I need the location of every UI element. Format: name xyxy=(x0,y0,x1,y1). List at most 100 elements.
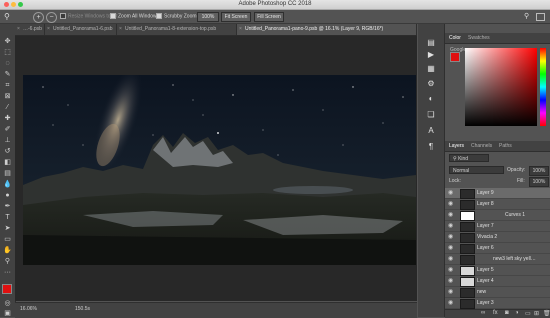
trash-icon[interactable]: 🗑 xyxy=(543,310,550,317)
libraries-panel-icon[interactable]: ❏ xyxy=(426,110,436,119)
resize-windows-checkbox[interactable]: Resize Windows to Fit xyxy=(60,13,117,19)
swatch-grid-icon[interactable]: ▦ xyxy=(426,64,436,73)
tools-panel: ✥ ⬚ ◌ ✎ ⌗ ⊠ ⁄ ✚ ✐ ⊥ ↺ ◧ ▤ 💧 ● ✒ T ➤ ▭ ✋ … xyxy=(0,24,16,317)
layer-row[interactable]: ◉ Curves 1 xyxy=(445,210,550,221)
layer-row[interactable]: ◉ Layer 6 xyxy=(445,243,550,254)
lasso-tool-icon[interactable]: ◌ xyxy=(3,60,12,68)
eye-icon[interactable]: ◉ xyxy=(448,277,453,284)
tab-channels[interactable]: Channels xyxy=(471,141,492,151)
eye-icon[interactable]: ◉ xyxy=(448,222,453,229)
layer-row[interactable]: ◉ Layer 5 xyxy=(445,265,550,276)
zoom-level-button[interactable]: 100% xyxy=(197,12,219,22)
layer-row[interactable]: ◉ Layer 3 xyxy=(445,298,550,309)
zoom-readout[interactable]: 16.06% xyxy=(20,306,37,312)
zoom-out-icon[interactable]: − xyxy=(46,12,57,23)
fill-screen-button[interactable]: Fill Screen xyxy=(254,12,284,22)
zoom-in-icon[interactable]: + xyxy=(33,12,44,23)
layer-thumbnail xyxy=(460,211,475,221)
new-layer-icon[interactable]: ⊞ xyxy=(534,310,539,317)
path-select-tool-icon[interactable]: ➤ xyxy=(3,225,12,233)
properties-panel-icon[interactable]: ⚙ xyxy=(426,79,436,88)
close-tab-icon[interactable]: × xyxy=(239,24,242,35)
shape-tool-icon[interactable]: ▭ xyxy=(3,236,12,244)
hand-tool-icon[interactable]: ✋ xyxy=(3,247,12,255)
paragraph-panel-icon[interactable]: ¶ xyxy=(426,142,436,151)
tab-doc-2[interactable]: × Untitled_Panorama1-6.psb xyxy=(45,24,117,35)
filter-kind-select[interactable]: ⚲ Kind xyxy=(449,154,489,162)
layer-row[interactable]: ◉ Layer 9 xyxy=(445,188,550,199)
pen-tool-icon[interactable]: ✒ xyxy=(3,203,12,211)
opacity-input[interactable]: 100% xyxy=(529,166,549,176)
foreground-color-swatch[interactable] xyxy=(2,284,12,294)
move-tool-icon[interactable]: ✥ xyxy=(3,38,12,46)
close-tab-icon[interactable]: × xyxy=(47,24,50,35)
tab-paths[interactable]: Paths xyxy=(499,141,512,151)
eye-icon[interactable]: ◉ xyxy=(448,266,453,273)
blur-tool-icon[interactable]: 💧 xyxy=(3,181,12,189)
layer-row[interactable]: ◉ new3 left sky yell… xyxy=(445,254,550,265)
hue-slider[interactable] xyxy=(540,48,546,126)
workspace-icon[interactable] xyxy=(536,13,545,21)
fill-input[interactable]: 100% xyxy=(529,177,549,187)
eye-icon[interactable]: ◉ xyxy=(448,211,453,218)
marquee-tool-icon[interactable]: ⬚ xyxy=(3,49,12,57)
close-tab-icon[interactable]: × xyxy=(17,24,20,35)
tab-doc-active[interactable]: × Untitled_Panorama1-pano-9.psb @ 16.1% (… xyxy=(237,24,417,35)
eye-icon[interactable]: ◉ xyxy=(448,233,453,240)
more-tools-icon[interactable]: ··· xyxy=(3,269,12,277)
tab-doc-3[interactable]: × Untitled_Panorama1-8-extension-top.psb xyxy=(117,24,237,35)
quick-mask-icon[interactable]: ◎ xyxy=(3,300,12,308)
scrubby-zoom-checkbox[interactable]: Scrubby Zoom xyxy=(156,13,197,19)
layer-row[interactable]: ◉ Layer 7 xyxy=(445,221,550,232)
layer-row[interactable]: ◉ new xyxy=(445,287,550,298)
character-panel-icon[interactable]: A xyxy=(426,126,436,135)
tab-layers[interactable]: Layers xyxy=(449,141,464,151)
gradient-tool-icon[interactable]: ▤ xyxy=(3,170,12,178)
zoom-all-windows-checkbox[interactable]: Zoom All Windows xyxy=(110,13,159,19)
frame-tool-icon[interactable]: ⊠ xyxy=(3,93,12,101)
zoom-tool-icon[interactable]: ⚲ xyxy=(3,258,12,266)
checkbox-icon xyxy=(156,13,162,19)
actions-panel-icon[interactable]: ▶ xyxy=(426,50,436,59)
color-field[interactable] xyxy=(465,48,537,126)
search-icon[interactable]: ⚲ xyxy=(524,12,529,20)
layer-thumbnail xyxy=(460,200,475,210)
link-layers-icon[interactable]: ∞ xyxy=(481,310,485,316)
adjustments-panel-icon[interactable]: ◐ xyxy=(426,94,436,103)
tab-swatches[interactable]: Swatches xyxy=(468,33,490,43)
healing-brush-tool-icon[interactable]: ✚ xyxy=(3,115,12,123)
history-brush-tool-icon[interactable]: ↺ xyxy=(3,148,12,156)
clone-stamp-tool-icon[interactable]: ⊥ xyxy=(3,137,12,145)
eye-icon[interactable]: ◉ xyxy=(448,299,453,306)
layer-row[interactable]: ◉ Vivacia 2 xyxy=(445,232,550,243)
mask-icon[interactable]: ◙ xyxy=(505,310,509,316)
history-panel-icon[interactable]: ▤ xyxy=(426,38,436,47)
group-icon[interactable]: ▭ xyxy=(525,310,531,317)
document-image[interactable] xyxy=(23,75,416,265)
tab-color[interactable]: Color xyxy=(449,33,461,43)
dodge-tool-icon[interactable]: ● xyxy=(3,192,12,200)
eraser-tool-icon[interactable]: ◧ xyxy=(3,159,12,167)
zoom-tool-icon[interactable]: ⚲ xyxy=(4,11,16,22)
layer-row[interactable]: ◉ Layer 4 xyxy=(445,276,550,287)
brush-tool-icon[interactable]: ✐ xyxy=(3,126,12,134)
eyedropper-tool-icon[interactable]: ⁄ xyxy=(3,104,12,112)
blend-mode-select[interactable]: Normal xyxy=(449,166,504,174)
eye-icon[interactable]: ◉ xyxy=(448,200,453,207)
tab-label: Untitled_Panorama1-8-extension-top.psb xyxy=(125,26,217,32)
layer-row[interactable]: ◉ Layer 8 xyxy=(445,199,550,210)
close-tab-icon[interactable]: × xyxy=(119,24,122,35)
fx-icon[interactable]: fx xyxy=(493,310,498,316)
type-tool-icon[interactable]: T xyxy=(3,214,12,222)
tab-doc-1[interactable]: × …-6.psb xyxy=(15,24,45,35)
eye-icon[interactable]: ◉ xyxy=(448,288,453,295)
eye-icon[interactable]: ◉ xyxy=(448,244,453,251)
adjustment-layer-icon[interactable]: ◑ xyxy=(515,310,519,316)
crop-tool-icon[interactable]: ⌗ xyxy=(3,82,12,90)
fit-screen-button[interactable]: Fit Screen xyxy=(221,12,251,22)
quick-select-tool-icon[interactable]: ✎ xyxy=(3,71,12,79)
eye-icon[interactable]: ◉ xyxy=(448,255,453,262)
foreground-color-chip[interactable] xyxy=(450,52,460,62)
eye-icon[interactable]: ◉ xyxy=(448,189,453,196)
layer-name: Curves 1 xyxy=(505,212,526,218)
